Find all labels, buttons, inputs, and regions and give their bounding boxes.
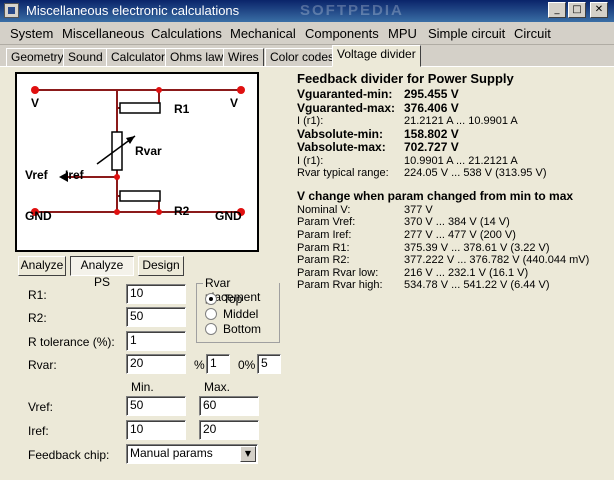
window-title: Miscellaneous electronic calculations bbox=[26, 3, 240, 18]
rvar-arrow-head bbox=[126, 136, 135, 144]
radio-bottom-dot[interactable] bbox=[205, 323, 217, 335]
rvar-field[interactable]: 20 bbox=[126, 354, 186, 374]
menu-simple-circuit[interactable]: Simple circuit bbox=[428, 26, 505, 41]
result-vguaranted-min: Vguaranted-min: 295.455 V bbox=[297, 87, 459, 101]
menu-mechanical[interactable]: Mechanical bbox=[230, 26, 296, 41]
menu-circuit[interactable]: Circuit bbox=[514, 26, 551, 41]
circuit-svg bbox=[31, 86, 245, 216]
label-r1: R1 bbox=[174, 102, 190, 116]
result-vabsolute-min: Vabsolute-min: 158.802 V bbox=[297, 126, 459, 141]
tab-ohms-law[interactable]: Ohms law bbox=[165, 48, 229, 67]
result-param-rvar-high: Param Rvar high: 534.78 V ... 541.22 V (6… bbox=[297, 279, 550, 292]
chevron-down-icon[interactable]: ▼ bbox=[240, 446, 256, 462]
rvar-extra-field[interactable]: 5 bbox=[257, 354, 281, 374]
tab-geometry[interactable]: Geometry bbox=[6, 48, 69, 67]
result-vguaranted-max: Vguaranted-max: 376.406 V bbox=[297, 100, 459, 115]
r1-label: R1: bbox=[28, 288, 47, 302]
result-vabsolute-max: Vabsolute-max: 702.727 V bbox=[297, 140, 459, 155]
radio-top-label: Top bbox=[223, 292, 243, 306]
result-param-r2: Param R2: 377.222 V ... 376.782 V (440.04… bbox=[297, 254, 590, 267]
label-vref: Vref bbox=[25, 168, 48, 182]
label-iref: Iref bbox=[65, 168, 84, 182]
app-icon bbox=[4, 3, 19, 18]
circuit-diagram: V V R1 Rvar Vref Iref GND GND R2 bbox=[15, 72, 259, 252]
node-r2-bottom bbox=[156, 209, 162, 215]
voltage-divider-pane: V V R1 Rvar Vref Iref GND GND R2 Analyze… bbox=[0, 66, 614, 480]
node-top-right bbox=[237, 86, 245, 94]
feedback-chip-value: Manual params bbox=[130, 446, 213, 460]
radio-middel-dot[interactable] bbox=[205, 308, 217, 320]
results-panel: Feedback divider for Power Supply Vguara… bbox=[297, 71, 597, 292]
result-param-iref: Param Iref: 277 V ... 477 V (200 V) bbox=[297, 228, 516, 241]
tab-wires[interactable]: Wires bbox=[223, 48, 264, 67]
result-param-vref: Param Vref: 370 V ... 384 V (14 V) bbox=[297, 216, 510, 229]
label-v-right: V bbox=[230, 96, 239, 110]
menu-components[interactable]: Components bbox=[305, 26, 379, 41]
results-title-power-supply: Feedback divider for Power Supply bbox=[297, 71, 514, 86]
label-v-left: V bbox=[31, 96, 40, 110]
iref-min-field[interactable]: 10 bbox=[126, 420, 186, 440]
radio-bottom-label: Bottom bbox=[223, 322, 262, 336]
rvar-tolerance-field[interactable]: 1 bbox=[206, 354, 230, 374]
r1-resistor bbox=[119, 102, 161, 114]
iref-max-field[interactable]: 20 bbox=[199, 420, 259, 440]
rvar-placement-group: Rvar placement Top Middel Bottom bbox=[196, 276, 280, 343]
node-r1-top bbox=[156, 87, 162, 93]
r2-field[interactable]: 50 bbox=[126, 307, 186, 327]
radio-top-dot[interactable] bbox=[205, 293, 217, 305]
node-top-left bbox=[31, 86, 39, 94]
node-vref bbox=[114, 174, 120, 180]
analyze-ps-button[interactable]: Analyze PS bbox=[70, 256, 134, 289]
label-gnd-right: GND bbox=[215, 209, 242, 223]
design-button[interactable]: Design bbox=[138, 256, 184, 276]
iref-label: Iref: bbox=[28, 424, 49, 438]
maximize-button[interactable]: □ bbox=[568, 2, 586, 18]
menu-system[interactable]: System bbox=[10, 26, 53, 41]
rvar-percent-sign: % bbox=[194, 358, 205, 372]
menu-bar: System Miscellaneous Calculations Mechan… bbox=[0, 22, 614, 45]
label-r2: R2 bbox=[174, 204, 190, 218]
min-header: Min. bbox=[131, 380, 154, 394]
r2-label: R2: bbox=[28, 311, 47, 325]
result-param-r1: Param R1: 375.39 V ... 378.61 V (3.22 V) bbox=[297, 241, 550, 254]
result-i-r1-abs: I (r1): 10.9901 A ... 21.2121 A bbox=[297, 154, 518, 167]
radio-middel[interactable]: Middel bbox=[205, 307, 279, 323]
tab-color-codes[interactable]: Color codes bbox=[265, 48, 340, 67]
result-i-r1: I (r1): 21.2121 A ... 10.9901 A bbox=[297, 115, 518, 127]
r1-field[interactable]: 10 bbox=[126, 284, 186, 304]
r-tolerance-field[interactable]: 1 bbox=[126, 331, 186, 351]
vref-min-field[interactable]: 50 bbox=[126, 396, 186, 416]
rvar-label: Rvar: bbox=[28, 358, 57, 372]
tab-calculator[interactable]: Calculator bbox=[106, 48, 171, 67]
results-title-v-change: V change when param changed from min to … bbox=[297, 188, 574, 203]
radio-bottom[interactable]: Bottom bbox=[205, 322, 279, 338]
feedback-chip-label: Feedback chip: bbox=[28, 448, 110, 462]
menu-calculations[interactable]: Calculations bbox=[151, 26, 222, 41]
node-gnd-mid bbox=[114, 209, 120, 215]
label-rvar: Rvar bbox=[135, 144, 162, 158]
radio-middel-label: Middel bbox=[223, 307, 259, 321]
minimize-button[interactable]: _ bbox=[548, 2, 566, 18]
watermark: SOFTPEDIA bbox=[300, 2, 404, 19]
tab-sound[interactable]: Sound bbox=[63, 48, 108, 67]
rvar-zero-percent: 0% bbox=[238, 358, 256, 372]
vref-max-field[interactable]: 60 bbox=[199, 396, 259, 416]
tab-strip: Geometry Sound Calculator Ohms law Wires… bbox=[0, 45, 614, 67]
result-param-rvar-low: Param Rvar low: 216 V ... 232.1 V (16.1 V… bbox=[297, 266, 529, 279]
analyze-button[interactable]: Analyze bbox=[18, 256, 66, 276]
radio-top[interactable]: Top bbox=[205, 292, 279, 308]
result-nominal-v: Nominal V: 377 V bbox=[297, 203, 433, 216]
menu-mpu[interactable]: MPU bbox=[388, 26, 417, 41]
vref-label: Vref: bbox=[28, 400, 53, 414]
close-button[interactable]: ✕ bbox=[590, 2, 608, 18]
tab-voltage-divider[interactable]: Voltage divider bbox=[332, 45, 421, 67]
label-gnd-left: GND bbox=[25, 209, 52, 223]
title-bar: Miscellaneous electronic calculations SO… bbox=[0, 0, 614, 22]
menu-miscellaneous[interactable]: Miscellaneous bbox=[62, 26, 144, 41]
r2-resistor bbox=[119, 190, 161, 202]
feedback-chip-select[interactable]: Manual params ▼ bbox=[126, 444, 258, 464]
r-tolerance-label: R tolerance (%): bbox=[28, 335, 115, 349]
result-rvar-typical-range: Rvar typical range: 224.05 V ... 538 V (3… bbox=[297, 167, 547, 180]
max-header: Max. bbox=[204, 380, 231, 394]
